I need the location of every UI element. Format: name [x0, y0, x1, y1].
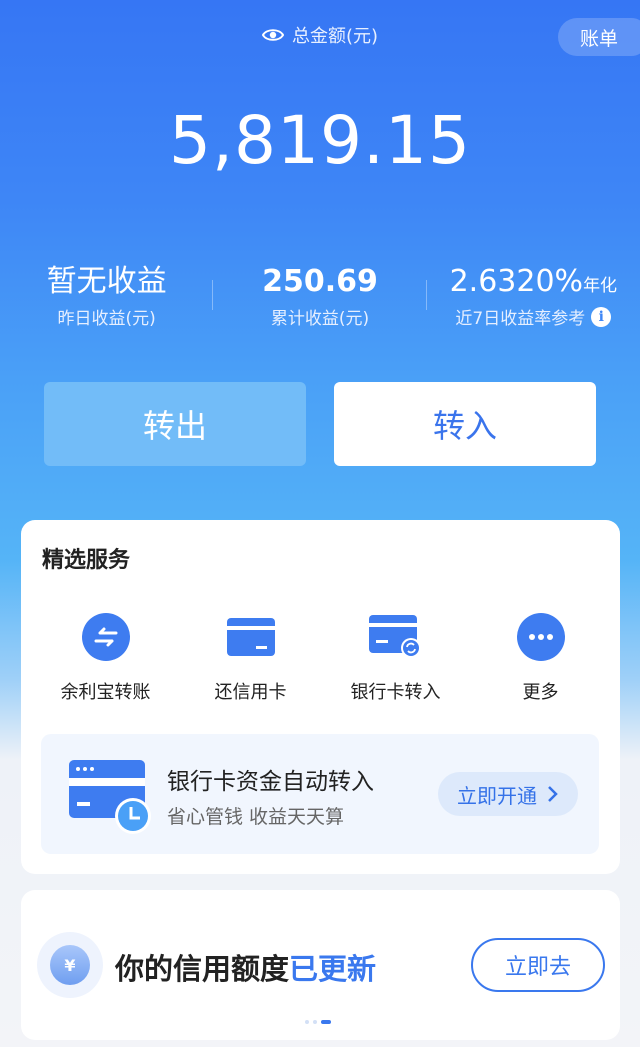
stat-yield: 2.6320%年化 近7日收益率参考 i	[427, 262, 640, 332]
enable-now-label: 立即开通	[457, 783, 537, 808]
transfer-in-button[interactable]: 转入	[334, 382, 596, 466]
services-card: 精选服务 余利宝转账 还信用卡 银行卡转入 更多 银行卡资金自动转入 省心管钱 …	[21, 520, 620, 874]
service-label: 银行卡转入	[350, 682, 441, 703]
banner-title: 银行卡资金自动转入	[167, 769, 374, 795]
services-title: 精选服务	[42, 548, 131, 573]
stat-yesterday-label: 昨日收益(元)	[57, 309, 156, 329]
more-dots-icon	[516, 613, 565, 661]
credit-promo-text: 你的信用额度已更新	[115, 946, 376, 988]
total-amount: 5,819.15	[169, 102, 471, 179]
promo-text-highlight: 已更新	[289, 952, 377, 986]
transfer-arrows-icon	[81, 613, 130, 661]
header-bar: 总金额(元) 账单	[0, 18, 640, 56]
service-item-more[interactable]: 更多	[468, 612, 613, 704]
total-amount-label[interactable]: 总金额(元)	[262, 22, 378, 48]
credit-promo-card[interactable]: ¥ 你的信用额度已更新 立即去	[21, 890, 620, 1040]
stat-yield-label: 近7日收益率参考 i	[427, 304, 640, 329]
earnings-stats: 暂无收益 昨日收益(元) 250.69 累计收益(元) 2.6320%年化 近7…	[0, 262, 640, 332]
enable-now-button[interactable]: 立即开通	[438, 772, 578, 816]
service-item-yulibao-transfer[interactable]: 余利宝转账	[33, 612, 178, 704]
banner-subtitle: 省心管钱 收益天天算	[167, 806, 345, 828]
yield-label-text: 近7日收益率参考	[455, 309, 586, 329]
yield-suffix: 年化	[583, 276, 618, 296]
bank-card-sync-icon	[368, 615, 421, 658]
go-now-button[interactable]: 立即去	[471, 938, 605, 992]
chevron-right-icon	[548, 786, 558, 802]
service-label: 余利宝转账	[60, 682, 151, 703]
stat-total-label: 累计收益(元)	[270, 309, 370, 329]
service-item-bank-card-in[interactable]: 银行卡转入	[323, 612, 468, 704]
eye-icon[interactable]	[262, 24, 284, 46]
stat-total-value: 250.69	[262, 264, 378, 299]
service-label: 更多	[522, 682, 559, 703]
stat-yield-value: 2.6320%年化	[427, 262, 640, 302]
service-label: 还信用卡	[214, 682, 287, 703]
stat-total: 250.69 累计收益(元)	[213, 262, 427, 332]
info-icon[interactable]: i	[591, 306, 612, 327]
transfer-out-button[interactable]: 转出	[44, 382, 306, 466]
auto-transfer-banner[interactable]: 银行卡资金自动转入 省心管钱 收益天天算 立即开通	[41, 734, 599, 854]
carousel-indicator	[305, 1020, 331, 1024]
stat-yesterday: 暂无收益 昨日收益(元)	[0, 262, 214, 332]
total-label-text: 总金额(元)	[292, 26, 379, 47]
credit-coin-icon: ¥	[37, 932, 103, 998]
yield-rate: 2.6320%	[449, 264, 584, 299]
credit-card-icon	[226, 618, 275, 656]
carousel-dot-active[interactable]	[321, 1020, 331, 1024]
stat-yesterday-value: 暂无收益	[46, 264, 167, 299]
carousel-dot[interactable]	[313, 1020, 317, 1024]
bill-button[interactable]: 账单	[558, 18, 640, 56]
service-item-repay-credit[interactable]: 还信用卡	[178, 612, 323, 704]
promo-text-prefix: 你的信用额度	[115, 952, 290, 986]
auto-transfer-card-icon	[69, 760, 151, 834]
services-grid: 余利宝转账 还信用卡 银行卡转入 更多	[21, 612, 620, 704]
carousel-dot[interactable]	[305, 1020, 309, 1024]
